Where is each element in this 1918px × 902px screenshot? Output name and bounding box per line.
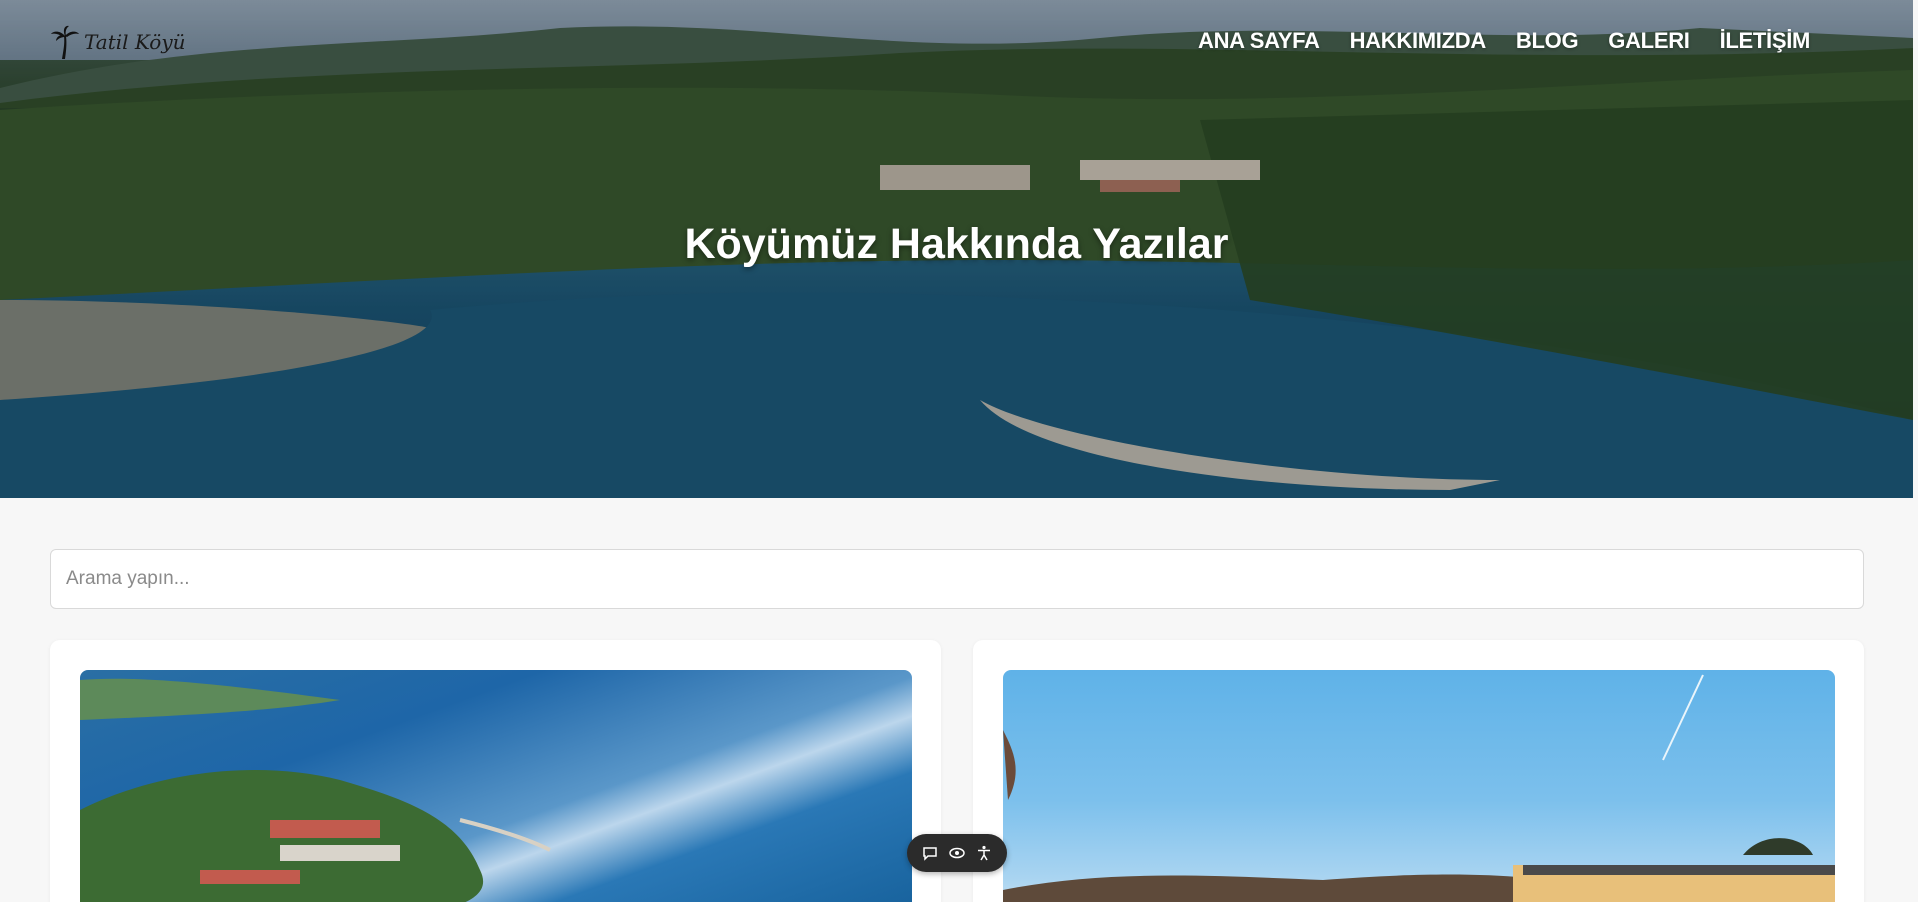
search-input[interactable]: [50, 549, 1864, 609]
nav-item-blog[interactable]: BLOG: [1516, 28, 1579, 54]
logo-text: Tatil Köyü: [84, 30, 186, 54]
hotel-image: [1003, 674, 1835, 902]
nav-item-home[interactable]: ANA SAYFA: [1198, 28, 1320, 54]
palm-tree-icon: [51, 25, 79, 59]
blog-card[interactable]: [50, 640, 941, 902]
accessibility-widget: [907, 834, 1007, 872]
nav-item-gallery[interactable]: GALERI: [1608, 28, 1690, 54]
nav-item-about[interactable]: HAKKIMIZDA: [1350, 28, 1487, 54]
page-title: Köyümüz Hakkında Yazılar: [684, 220, 1229, 268]
hero-banner: Tatil Köyü ANA SAYFA HAKKIMIZDA BLOG GAL…: [0, 0, 1913, 498]
blog-card-image[interactable]: [80, 670, 912, 902]
main-nav: ANA SAYFA HAKKIMIZDA BLOG GALERI İLETİŞİ…: [1198, 28, 1810, 54]
blog-card-image[interactable]: [1003, 670, 1835, 902]
eye-icon[interactable]: [947, 843, 967, 863]
accessibility-icon[interactable]: [974, 843, 994, 863]
blog-card[interactable]: [973, 640, 1864, 902]
site-logo[interactable]: Tatil Köyü: [50, 24, 186, 60]
coastline-image: [80, 678, 551, 902]
chat-icon[interactable]: [920, 843, 940, 863]
nav-item-contact[interactable]: İLETİŞİM: [1720, 28, 1811, 54]
